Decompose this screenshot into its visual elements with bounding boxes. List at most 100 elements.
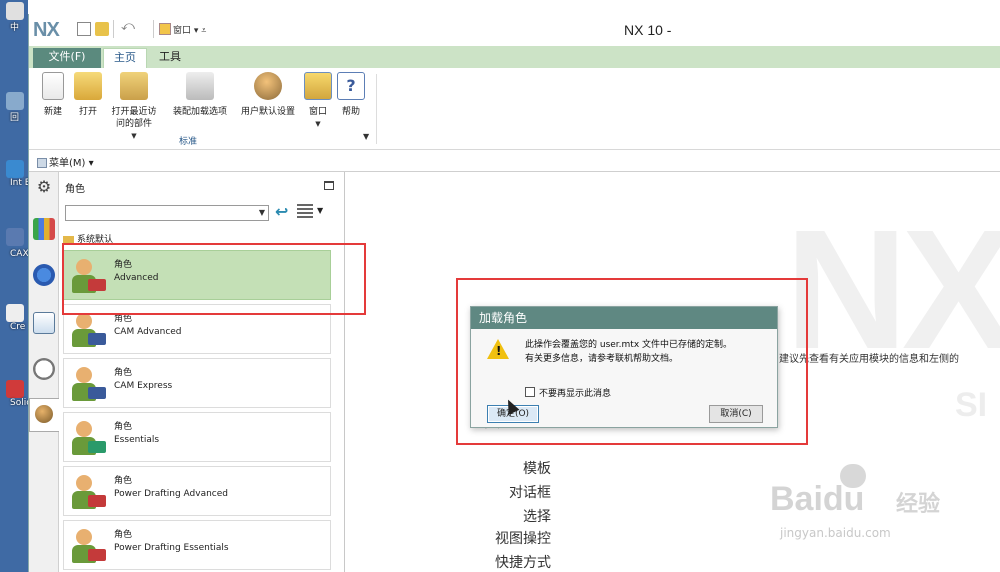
books-icon[interactable] — [33, 218, 55, 240]
new-button[interactable]: 新建 — [39, 72, 67, 118]
intro-hint-text: 建议先查看有关应用模块的信息和左侧的 — [779, 354, 959, 365]
maximize-icon[interactable] — [324, 181, 334, 190]
role-icon-head — [76, 313, 92, 329]
undo-icon[interactable]: ⤺ — [121, 19, 135, 34]
gear-icon[interactable]: ⚙ — [33, 176, 55, 198]
open-recent-button[interactable]: 打开最近访 问的部件 ▼ — [107, 72, 161, 142]
desktop-icon[interactable]: Int Exp — [4, 160, 28, 188]
desktop-strip: 中 回 Int Exp CAX 版 Cre Solic 2 — [0, 0, 28, 572]
title-bar: NX ⤺ 窗口 ▾ ⩡ NX 10 - — [29, 14, 1000, 46]
user-defaults-button[interactable]: 用户默认设置 — [237, 72, 299, 118]
role-item[interactable]: 角色 Power Drafting Essentials — [63, 520, 331, 570]
role-icon-head — [76, 421, 92, 437]
roles-list: 角色 Advanced 角色 CAM Advanced 角色 CAM Express 角色 E… — [63, 250, 333, 572]
role-item[interactable]: 角色 Essentials — [63, 412, 331, 462]
menu-button[interactable]: 菜单(M) ▾ — [37, 154, 94, 169]
chevron-down-icon: ▼ — [315, 120, 321, 128]
desktop-icon[interactable]: Solic 2 — [4, 380, 28, 408]
nav-link-template[interactable]: 模板 — [471, 458, 551, 478]
dialog-message-2: 有关更多信息，请参考联机帮助文档。 — [525, 354, 679, 364]
assembly-load-options-button[interactable]: 装配加载选项 — [169, 72, 231, 118]
desktop-app-icon — [6, 92, 24, 110]
role-item-name: Power Drafting Advanced — [114, 489, 228, 499]
assembly-load-options-label: 装配加载选项 — [172, 107, 227, 117]
role-item-type: 角色 — [114, 422, 133, 432]
web-icon[interactable] — [33, 312, 55, 334]
clock-icon[interactable] — [33, 358, 55, 380]
roles-filter-dropdown[interactable]: ▼ — [65, 205, 269, 221]
desktop-app-icon — [6, 2, 24, 20]
role-icon — [68, 255, 110, 297]
role-icon — [68, 309, 110, 351]
assembly-options-icon — [186, 72, 214, 100]
dont-show-again-label: 不要再显示此消息 — [539, 389, 612, 399]
role-icon-tool — [88, 333, 106, 345]
dialog-message: 此操作会覆盖您的 user.mtx 文件中已存储的定制。 — [525, 340, 733, 350]
role-icon — [68, 363, 110, 405]
desktop-icon[interactable]: Cre — [4, 304, 26, 332]
role-icon-head — [76, 475, 92, 491]
new-file-icon[interactable] — [77, 22, 91, 36]
role-icon — [68, 471, 110, 513]
tab-file[interactable]: 文件(F) — [33, 48, 101, 68]
tab-tools[interactable]: 工具 — [151, 48, 189, 68]
help-button[interactable]: ? 帮助 — [337, 72, 365, 118]
desktop-icon-label: Int Exp — [10, 178, 28, 188]
nav-link-view-manipulation[interactable]: 视图操控 — [471, 528, 551, 548]
toolbar-separator — [113, 20, 114, 38]
background-logo-sub: SI — [955, 386, 988, 424]
open-button[interactable]: 打开 — [73, 72, 103, 118]
nav-link-shortcuts[interactable]: 快捷方式 — [471, 552, 551, 572]
roles-panel-title: 角色 — [65, 184, 85, 195]
group-more-icon[interactable]: ▼ — [363, 132, 369, 141]
window-icon[interactable] — [159, 23, 171, 35]
desktop-icon-label: 回 — [10, 113, 20, 123]
role-item[interactable]: 角色 Power Drafting Advanced — [63, 466, 331, 516]
watermark-url: jingyan.baidu.com — [780, 526, 891, 540]
role-icon-tool — [88, 441, 106, 453]
cancel-button[interactable]: 取消(C) — [709, 405, 763, 423]
folder-icon — [63, 235, 74, 244]
chevron-down-icon[interactable]: ▼ — [317, 206, 323, 215]
desktop-app-icon — [6, 160, 24, 178]
role-item[interactable]: 角色 Advanced — [63, 250, 331, 300]
role-icon-tool — [88, 495, 106, 507]
role-item-type: 角色 — [114, 476, 133, 486]
user-defaults-icon — [254, 72, 282, 100]
nav-link-selection[interactable]: 选择 — [471, 506, 551, 526]
role-icon-head — [76, 259, 92, 275]
watermark-brand: Baidu — [770, 480, 865, 518]
ribbon-group-separator — [376, 74, 377, 144]
role-icon-tool — [88, 549, 106, 561]
baidu-watermark: Baidu 经验 jingyan.baidu.com — [770, 464, 980, 550]
info-icon[interactable] — [33, 264, 55, 286]
window-title: NX 10 - — [624, 22, 672, 38]
roles-tab-icon[interactable] — [29, 398, 59, 432]
ribbon-tab-bar: 文件(F) 主页 工具 — [29, 46, 1000, 68]
role-item[interactable]: 角色 CAM Advanced — [63, 304, 331, 354]
desktop-icon[interactable]: 回 — [4, 92, 26, 123]
help-button-label: 帮助 — [341, 107, 360, 117]
back-arrow-icon[interactable]: ↩ — [275, 202, 288, 221]
ribbon-group-label: 标准 — [179, 137, 198, 147]
open-folder-icon[interactable] — [95, 22, 109, 36]
chevron-down-icon: ▼ — [131, 132, 137, 140]
window-button[interactable]: 窗口 ▼ — [303, 72, 333, 130]
list-view-icon[interactable] — [297, 204, 313, 218]
window-icon — [304, 72, 332, 100]
window-dropdown[interactable]: 窗口 ▾ ⩡ — [173, 23, 206, 36]
role-item[interactable]: 角色 CAM Express — [63, 358, 331, 408]
role-item-name: CAM Express — [114, 381, 173, 391]
dont-show-again-checkbox[interactable] — [525, 387, 535, 397]
recent-folder-icon — [120, 72, 148, 100]
load-role-dialog: 加载角色 此操作会覆盖您的 user.mtx 文件中已存储的定制。 有关更多信息… — [470, 306, 778, 428]
desktop-icon[interactable]: CAX 版 — [4, 228, 28, 259]
desktop-icon[interactable]: 中 — [4, 2, 26, 33]
tab-home[interactable]: 主页 — [103, 48, 147, 68]
desktop-app-icon — [6, 228, 24, 246]
nav-link-dialog[interactable]: 对话框 — [471, 482, 551, 502]
role-group-header[interactable]: 系统默认 — [63, 232, 113, 245]
role-item-name: Power Drafting Essentials — [114, 543, 229, 553]
roles-panel: 角色 ▼ ↩ ▼ 系统默认 角色 Advanced 角色 CAM Advanced 角色… — [59, 172, 345, 572]
desktop-icon-label: Cre — [10, 322, 26, 332]
